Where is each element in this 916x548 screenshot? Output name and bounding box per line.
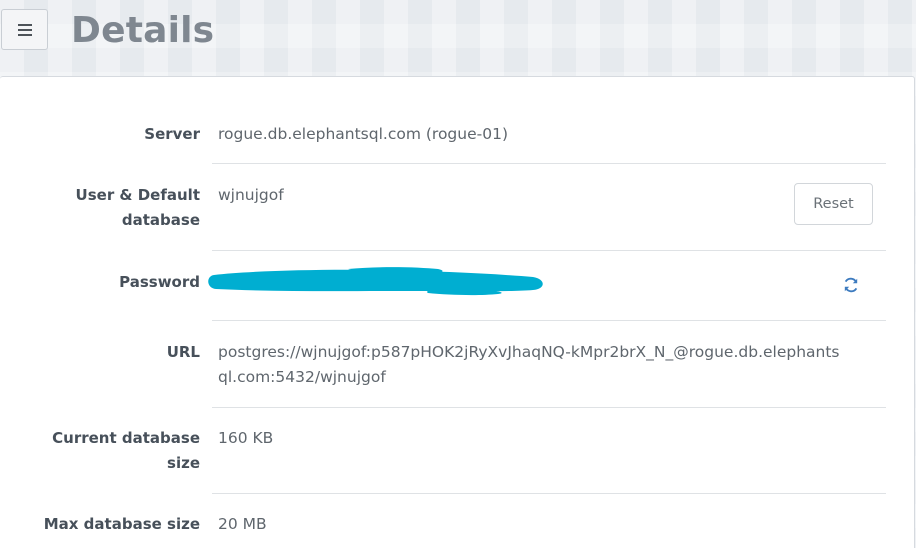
url-row: URL postgres://wjnujgof:p587pHOK2jRyXvJh…: [0, 321, 914, 408]
user-label: User & Default database: [10, 183, 200, 233]
current-size-row: Current database size 160 KB: [0, 408, 914, 494]
details-panel: Server rogue.db.elephantsql.com (rogue-0…: [0, 76, 915, 548]
url-value-line1: postgres://wjnujgof:p587pHOK2jRyXvJhaqNQ…: [218, 343, 840, 361]
header: Details: [0, 0, 916, 76]
current-size-label: Current database size: [10, 426, 200, 476]
reset-button[interactable]: Reset: [794, 183, 873, 225]
url-value[interactable]: postgres://wjnujgof:p587pHOK2jRyXvJhaqNQ…: [218, 340, 878, 390]
server-label: Server: [144, 125, 200, 143]
user-value: wjnujgof: [218, 186, 284, 204]
menu-toggle-button[interactable]: [1, 9, 48, 50]
server-value: rogue.db.elephantsql.com (rogue-01): [218, 125, 508, 143]
max-size-row: Max database size 20 MB: [0, 494, 914, 548]
url-label: URL: [166, 343, 200, 361]
user-label-line1: User & Default: [75, 186, 200, 204]
current-size-label-line2: size: [167, 454, 200, 472]
page-title: Details: [71, 10, 215, 51]
password-redaction-mark: [208, 267, 543, 296]
hamburger-menu-icon: [17, 23, 32, 36]
url-value-line2: ql.com:5432/wjnujgof: [218, 368, 386, 386]
max-size-value: 20 MB: [218, 515, 267, 533]
user-label-line2: database: [121, 211, 200, 229]
current-size-value: 160 KB: [218, 429, 274, 447]
password-label: Password: [119, 273, 200, 291]
user-row: User & Default database wjnujgof: [0, 164, 914, 251]
server-row: Server rogue.db.elephantsql.com (rogue-0…: [0, 77, 914, 164]
refresh-icon[interactable]: [842, 276, 860, 294]
max-size-label: Max database size: [43, 515, 200, 533]
page: Details Server rogue.db.elephantsql.com …: [0, 0, 916, 548]
current-size-label-line1: Current database: [52, 429, 200, 447]
